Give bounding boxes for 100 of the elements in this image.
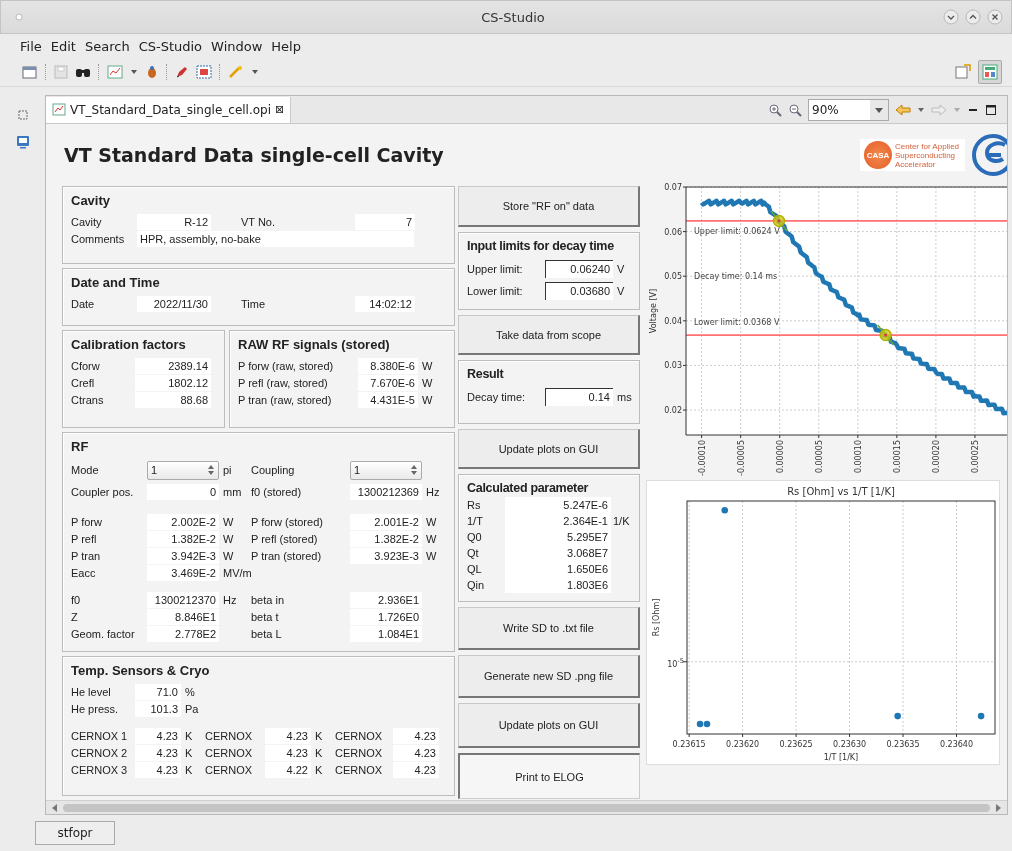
field-label: Comments [71, 232, 126, 245]
value-field: 3.923E-3 [350, 547, 422, 564]
unit-label: K [315, 729, 324, 742]
maximize-icon[interactable] [965, 9, 981, 25]
field-label: P tran [71, 549, 102, 562]
unit-label: % [185, 685, 196, 698]
pen-icon[interactable] [175, 65, 189, 79]
scroll-left-icon[interactable] [50, 802, 60, 813]
perspective-button[interactable] [978, 60, 1002, 84]
panel-title: RF [71, 439, 90, 454]
field-label: CERNOX 1 [71, 729, 129, 742]
monitor-icon[interactable] [15, 135, 30, 149]
field-label: QL [467, 563, 483, 575]
scrollbar[interactable] [46, 800, 1007, 814]
minimize-icon[interactable] [943, 9, 959, 25]
unit-label: V [617, 285, 626, 297]
tab-close[interactable]: ⊠ [275, 103, 285, 116]
menu-item[interactable]: File [20, 38, 42, 54]
close-icon[interactable] [987, 9, 1003, 25]
field-label: CERNOX 3 [71, 763, 129, 776]
logo-mark: CASA [864, 141, 892, 169]
unit-label: K [315, 746, 324, 759]
field-label: VT No. [241, 215, 277, 228]
value-field: 71.0 [135, 683, 181, 700]
editor-tab[interactable]: VT_Standard_Data_single_cell.opi ⊠ [46, 96, 292, 123]
unit-label: W [223, 532, 235, 545]
status-button[interactable]: stfopr [35, 821, 115, 845]
action-button[interactable]: Write SD to .txt file [458, 607, 640, 650]
value-field: 1802.12 [135, 374, 211, 391]
value-field: 88.68 [135, 391, 211, 408]
unit-label: W [223, 549, 235, 562]
unit-label: MV/m [223, 566, 251, 579]
input-field[interactable]: 0.14 [545, 388, 613, 406]
panel-title: Cavity [71, 193, 112, 208]
unit-label: 1/K [613, 515, 631, 527]
menu-item[interactable]: Window [211, 38, 263, 54]
back-arrow-icon[interactable] [895, 102, 911, 117]
axis-label: Rs [Ohm] [652, 598, 661, 637]
value-field: 101.3 [135, 700, 181, 717]
panel-title: Calculated parameter [467, 481, 590, 495]
spin-box[interactable]: 1 [350, 460, 422, 480]
field-label: CERNOX 2 [71, 746, 129, 759]
maximize-view-icon[interactable] [985, 103, 997, 116]
action-button[interactable]: Take data from scope [458, 315, 640, 355]
value-field: 1300212369 [350, 484, 422, 500]
field-label: He level [71, 685, 112, 698]
action-button[interactable]: Store "RF on" data [458, 186, 640, 227]
field-label: beta in [251, 593, 286, 606]
scroll-right-icon[interactable] [993, 802, 1003, 813]
field-label: Cavity [71, 215, 103, 228]
data-point [894, 712, 901, 720]
field-label: Coupling [251, 464, 296, 476]
action-button[interactable]: Update plots on GUI [458, 703, 640, 748]
annotation: Decay time: 0.14 ms [694, 272, 778, 282]
value-field: 7.670E-6 [358, 374, 418, 391]
field-label: Time [241, 297, 267, 310]
unit-label: W [426, 515, 438, 528]
action-button[interactable]: Generate new SD .png file [458, 655, 640, 698]
new-window-icon[interactable] [22, 65, 38, 79]
chart-title: Rs [Ohm] vs 1/T [1/K] [787, 486, 895, 497]
menu-item[interactable]: Edit [50, 38, 76, 54]
value-field: 14:02:12 [355, 295, 415, 312]
action-button[interactable]: Update plots on GUI [458, 429, 640, 469]
menu-item[interactable]: CS-Studio [138, 38, 203, 54]
unit-label: W [422, 376, 434, 389]
value-field: 1.803E6 [505, 577, 611, 593]
value-field: 3.068E7 [505, 545, 611, 561]
tick-label: 0.03 [664, 361, 682, 371]
zoom-in-icon[interactable] [768, 102, 782, 117]
zoom-combo[interactable]: 90% [808, 98, 889, 121]
axis-label: Voltage [V] [649, 288, 658, 334]
field-label: Date [71, 297, 96, 310]
chart-icon[interactable] [107, 65, 123, 79]
field-label: Decay time: [467, 391, 527, 403]
input-field[interactable]: 0.06240 [545, 260, 613, 278]
value-field: 4.23 [135, 727, 181, 744]
menu-item[interactable]: Search [84, 38, 130, 54]
field-label: Lower limit: [467, 285, 524, 297]
field-label: P forw (stored) [251, 515, 324, 528]
unit-label: K [315, 763, 324, 776]
data-point [977, 712, 985, 720]
input-field[interactable]: 0.03680 [545, 282, 613, 300]
menu-item[interactable]: Help [271, 38, 301, 54]
grid-icon[interactable] [196, 65, 212, 79]
value-field: 1.650E6 [505, 561, 611, 577]
field-label: Qin [467, 579, 486, 591]
field-label: P forw [71, 515, 103, 528]
zoom-out-icon[interactable] [788, 102, 802, 117]
value-field: 4.23 [393, 727, 439, 744]
action-button[interactable]: Print to ELOG [458, 753, 640, 799]
unit-label: V [617, 263, 626, 275]
field-label: Coupler pos. [71, 486, 135, 498]
spin-box[interactable]: 1 [147, 460, 219, 480]
tick-label: 10$^{-5}$ [666, 655, 684, 668]
tick-label: 0.07 [664, 183, 682, 192]
tick-label: 0.02 [664, 406, 682, 415]
value-field: 4.23 [135, 761, 181, 778]
value-field: 4.23 [393, 761, 439, 778]
value-field: 4.23 [265, 744, 311, 761]
panel-title: Input limits for decay time [467, 239, 615, 253]
